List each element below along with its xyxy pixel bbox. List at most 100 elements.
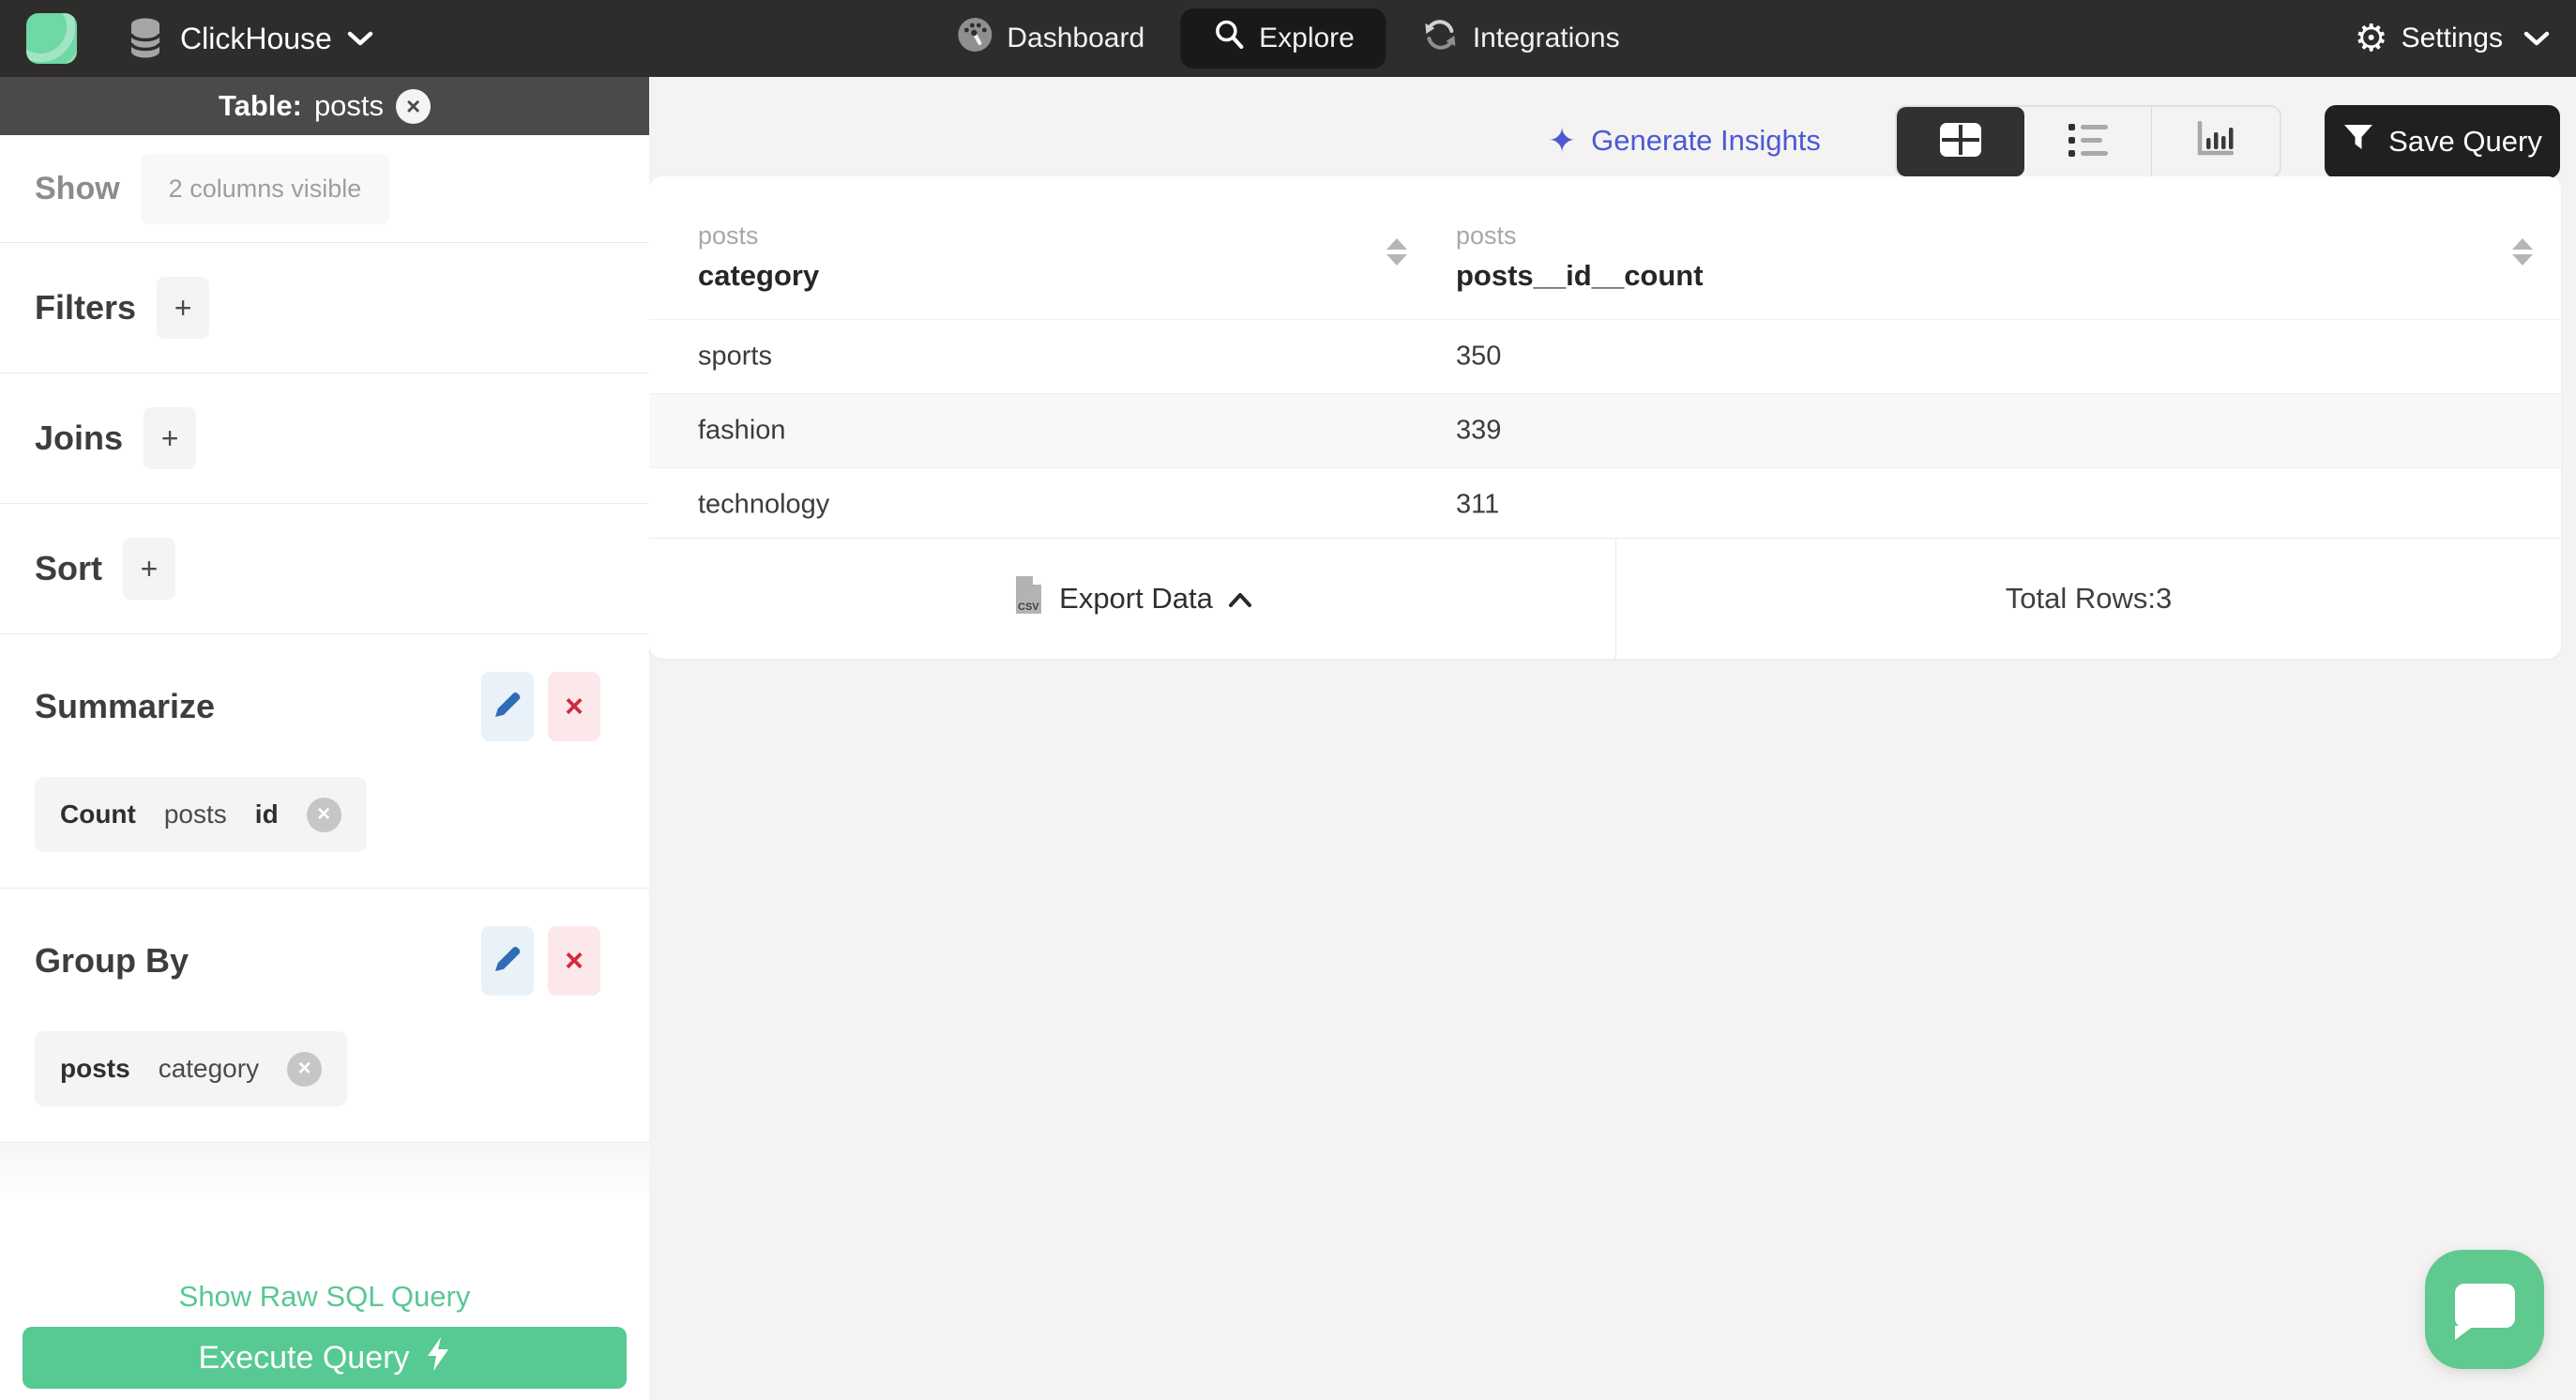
table-view-button[interactable] (1897, 107, 2024, 176)
chip-column: id (254, 799, 279, 829)
nav-item-label: Explore (1259, 23, 1355, 53)
cell-count: 311 (1456, 489, 1500, 520)
csv-file-icon: CSV (1012, 575, 1044, 622)
selected-table-bar: Table: posts × (0, 77, 649, 135)
group-by-chip: posts category × (35, 1031, 348, 1106)
pencil-icon (492, 689, 523, 725)
show-raw-sql-link[interactable]: Show Raw SQL Query (0, 1280, 649, 1314)
generate-insights-button[interactable]: ✦ Generate Insights (1548, 114, 1821, 167)
table-bar-name: posts (313, 89, 385, 122)
section-divider (0, 1142, 649, 1203)
cell-count: 350 (1456, 341, 1502, 372)
chip-column: category (158, 1054, 260, 1083)
group-by-section: Group By × posts category × (0, 889, 649, 1142)
database-icon (128, 17, 163, 60)
summarize-label: Summarize (35, 687, 216, 725)
column-header-category[interactable]: posts category (698, 221, 819, 293)
remove-chip-button[interactable]: × (287, 1051, 323, 1087)
column-name: posts__id__count (1456, 259, 1704, 292)
table-header: posts category posts posts__id__count (649, 176, 2561, 319)
chat-widget-button[interactable] (2425, 1250, 2544, 1369)
pencil-icon (492, 943, 523, 980)
list-view-button[interactable] (2024, 107, 2153, 176)
settings-label: Settings (2401, 23, 2503, 53)
chart-view-icon (2195, 120, 2236, 163)
save-query-button[interactable]: Save Query (2325, 105, 2560, 178)
nav-item-label: Integrations (1472, 23, 1620, 53)
results-card: posts category posts posts__id__count sp… (649, 176, 2561, 659)
sync-icon (1422, 16, 1460, 61)
chevron-down-icon (2523, 31, 2550, 47)
show-section: Show 2 columns visible (0, 135, 649, 243)
group-by-label: Group By (35, 941, 189, 980)
add-filter-button[interactable]: + (157, 277, 210, 339)
sparkle-icon: ✦ (1548, 121, 1577, 160)
query-builder-sidebar: Table: posts × Show 2 columns visible Fi… (0, 77, 649, 1400)
table-view-icon (1938, 121, 1983, 163)
filters-label: Filters (35, 288, 137, 327)
add-sort-button[interactable]: + (123, 538, 175, 600)
remove-table-button[interactable]: × (396, 88, 432, 124)
list-view-icon (2067, 121, 2110, 163)
edit-group-by-button[interactable] (481, 926, 534, 996)
sort-label: Sort (35, 549, 102, 587)
results-toolbar: ✦ Generate Insights Save Query (649, 77, 2576, 180)
sort-toggle-icon[interactable] (1386, 238, 1407, 266)
remove-summarize-button[interactable]: × (548, 672, 600, 741)
joins-section: Joins + (0, 373, 649, 504)
column-table-caption: posts (698, 221, 759, 250)
generate-insights-label: Generate Insights (1591, 124, 1821, 157)
caret-up-icon (1228, 582, 1252, 616)
dashboard-gauge-icon (956, 16, 993, 61)
total-rows-label: Total Rows:3 (2005, 582, 2173, 615)
brand-menu[interactable]: ClickHouse (26, 13, 373, 64)
top-navbar: ClickHouse Dashboard Explore Integration… (0, 0, 2576, 77)
gear-icon: ⚙ (2354, 17, 2388, 60)
add-join-button[interactable]: + (144, 407, 197, 469)
save-query-label: Save Query (2388, 125, 2542, 158)
table-footer: CSV Export Data Total Rows:3 (649, 538, 2561, 659)
svg-text:CSV: CSV (1018, 601, 1039, 613)
table-row: fashion 339 (649, 393, 2561, 467)
edit-summarize-button[interactable] (481, 672, 534, 741)
nav-item-explore[interactable]: Explore (1180, 8, 1386, 68)
chip-aggregate: Count (60, 799, 136, 829)
remove-chip-button[interactable]: × (306, 797, 341, 832)
nav-item-dashboard[interactable]: Dashboard (956, 16, 1144, 61)
column-table-caption: posts (1456, 221, 1517, 250)
chat-bubble-icon (2455, 1284, 2515, 1328)
cell-category: fashion (698, 415, 786, 446)
nav-item-integrations[interactable]: Integrations (1422, 16, 1620, 61)
results-area: ✦ Generate Insights Save Query posts cat… (649, 77, 2576, 1400)
view-switcher (1895, 105, 2281, 178)
filters-section: Filters + (0, 243, 649, 373)
search-icon (1212, 18, 1246, 59)
column-name: category (698, 259, 820, 292)
cell-category: technology (698, 489, 830, 520)
chevron-down-icon (347, 31, 373, 47)
summarize-chip: Count posts id × (35, 777, 367, 852)
joins-label: Joins (35, 418, 124, 457)
nav-item-label: Dashboard (1007, 23, 1145, 53)
chart-view-button[interactable] (2152, 107, 2280, 176)
table-row: sports 350 (649, 319, 2561, 393)
execute-query-button[interactable]: Execute Query (23, 1327, 627, 1389)
execute-query-label: Execute Query (198, 1339, 410, 1376)
app-logo (26, 13, 77, 64)
funnel-icon (2342, 123, 2374, 160)
chip-table: posts (60, 1054, 130, 1083)
cell-category: sports (698, 341, 772, 372)
chip-table: posts (163, 799, 227, 829)
table-bar-label: Table: (218, 89, 302, 122)
remove-group-by-button[interactable]: × (548, 926, 600, 996)
cell-count: 339 (1456, 415, 1502, 446)
settings-menu[interactable]: ⚙ Settings (2355, 20, 2550, 57)
columns-visible-selector[interactable]: 2 columns visible (140, 153, 390, 224)
column-header-count[interactable]: posts posts__id__count (1456, 221, 1704, 293)
export-data-button[interactable]: CSV Export Data (649, 539, 1615, 659)
export-data-label: Export Data (1059, 582, 1213, 615)
brand-name: ClickHouse (180, 21, 332, 55)
primary-nav: Dashboard Explore Integrations (956, 0, 1620, 77)
sort-toggle-icon[interactable] (2512, 238, 2533, 266)
show-label: Show (35, 170, 120, 206)
